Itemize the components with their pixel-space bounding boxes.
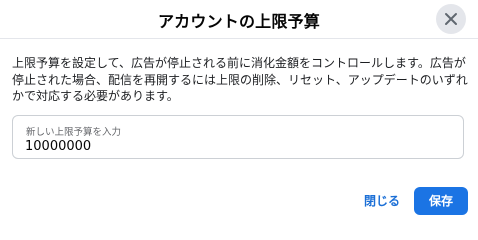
budget-input[interactable] [25,137,445,155]
close-button[interactable] [436,4,466,34]
budget-field-label: 新しい上限予算を入力 [26,127,122,138]
dialog-header: アカウントの上限予算 [0,0,478,39]
budget-field[interactable]: 新しい上限予算を入力 [12,115,464,159]
close-text-button[interactable]: 閉じる [358,188,406,214]
spending-limit-dialog: アカウントの上限予算 上限予算を設定して、広告が停止される前に消化金額をコントロ… [0,0,478,226]
dialog-description: 上限予算を設定して、広告が停止される前に消化金額をコントロールします。広告が停止… [12,56,468,103]
close-icon [445,13,457,25]
save-button[interactable]: 保存 [414,187,468,215]
dialog-title: アカウントの上限予算 [157,12,320,31]
